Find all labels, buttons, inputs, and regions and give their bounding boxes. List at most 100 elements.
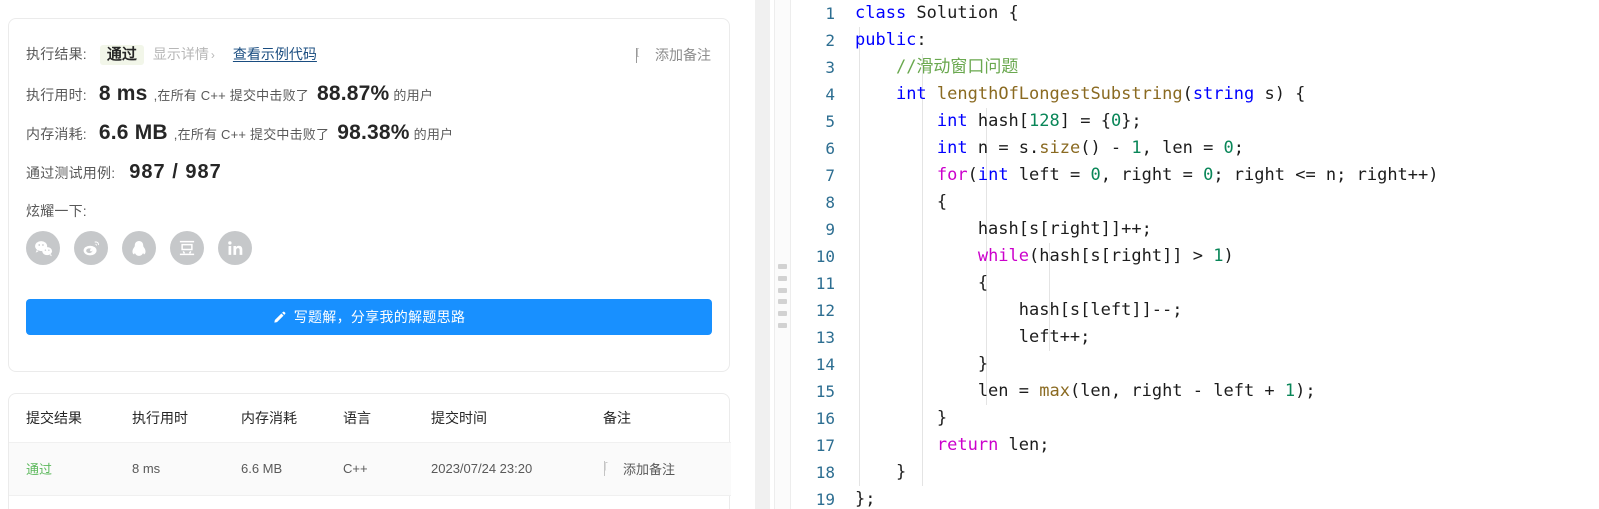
line-number: 19: [815, 490, 835, 509]
view-sample-code-link[interactable]: 查看示例代码: [233, 44, 317, 64]
linkedin-share-button[interactable]: [218, 231, 252, 265]
code-line[interactable]: for(int left = 0, right = 0; right <= n;…: [849, 162, 1599, 189]
code-line[interactable]: int hash[128] = {0};: [849, 108, 1599, 135]
submissions-table: 提交结果 执行用时 内存消耗 语言 提交时间 备注 通过 8 ms 6.6 MB…: [9, 394, 731, 496]
code-line[interactable]: class Solution {: [849, 0, 1599, 27]
runtime-row: 执行用时: 8 ms ,在所有 C++ 提交中击败了 88.87% 的用户: [26, 82, 433, 106]
code-line[interactable]: int lengthOfLongestSubstring(string s) {: [849, 81, 1599, 108]
line-number: 17: [815, 436, 835, 455]
douban-share-button[interactable]: [170, 231, 204, 265]
line-number: 2: [825, 31, 835, 50]
result-label: 执行结果:: [26, 46, 87, 62]
grip-dot: [778, 264, 787, 269]
douban-icon: [179, 240, 195, 256]
code-line[interactable]: }: [849, 351, 1599, 378]
qq-share-button[interactable]: [122, 231, 156, 265]
runtime-value: 8 ms: [98, 82, 148, 105]
code-line[interactable]: hash[s[right]]++;: [849, 216, 1599, 243]
weibo-icon: [83, 240, 99, 255]
code-line[interactable]: public:: [849, 27, 1599, 54]
col-status: 提交结果: [9, 394, 132, 443]
testcases-value: 987 / 987: [129, 161, 222, 183]
line-number: 14: [815, 355, 835, 374]
add-note-button[interactable]: 添加备注: [635, 45, 711, 65]
qq-icon: [132, 240, 146, 256]
cell-memory: 6.6 MB: [241, 442, 343, 496]
runtime-desc-prefix: ,在所有 C++ 提交中击败了: [153, 88, 309, 103]
left-panel: 执行结果: 通过 显示详情 › 查看示例代码 添加备注 执行用时: 8 ms ,在…: [0, 0, 755, 509]
submission-result-page: 执行结果: 通过 显示详情 › 查看示例代码 添加备注 执行用时: 8 ms ,在…: [0, 0, 1599, 509]
code-editor[interactable]: 1 2 3 4 5 6 7 8 9 10 11 12 13 14 15 16 17 18 19 class Solu…: [791, 0, 1599, 509]
grip-dot: [778, 311, 787, 317]
show-detail-link[interactable]: 显示详情 ›: [153, 44, 215, 64]
chevron-right-icon: ›: [210, 48, 215, 62]
write-solution-button[interactable]: 写题解，分享我的解题思路: [26, 299, 712, 335]
pencil-icon: [273, 310, 287, 324]
cell-runtime: 8 ms: [132, 442, 241, 496]
wechat-icon: [34, 240, 52, 256]
code-text[interactable]: class Solution {public: //滑动窗口问题 int len…: [849, 0, 1599, 509]
share-row: 炫耀一下:: [26, 201, 87, 221]
memory-desc-prefix: ,在所有 C++ 提交中击败了: [173, 127, 330, 142]
table-row[interactable]: 通过 8 ms 6.6 MB C++ 2023/07/24 23:20 添加备注: [9, 442, 731, 496]
line-number: 6: [825, 139, 835, 158]
weibo-share-button[interactable]: [74, 231, 108, 265]
line-number: 16: [815, 409, 835, 428]
divider-gap: [755, 0, 770, 509]
col-note: 备注: [603, 394, 731, 443]
code-line[interactable]: };: [849, 486, 1599, 509]
line-number: 11: [815, 274, 835, 293]
code-line[interactable]: {: [849, 189, 1599, 216]
col-language: 语言: [343, 394, 431, 443]
line-number: 1: [825, 4, 835, 23]
testcases-label: 通过测试用例:: [26, 165, 116, 181]
memory-value: 6.6 MB: [98, 121, 168, 144]
line-number: 10: [815, 247, 835, 266]
linkedin-icon: [227, 240, 242, 255]
cell-time: 2023/07/24 23:20: [431, 442, 603, 496]
memory-label: 内存消耗:: [26, 126, 87, 142]
divider-track: [774, 0, 791, 509]
cell-add-note[interactable]: 添加备注: [603, 442, 731, 496]
code-line[interactable]: hash[s[left]]--;: [849, 297, 1599, 324]
flag-icon: [603, 461, 616, 476]
execution-result-card: 执行结果: 通过 显示详情 › 查看示例代码 添加备注 执行用时: 8 ms ,在…: [8, 18, 730, 372]
line-number: 13: [815, 328, 835, 347]
testcases-row: 通过测试用例: 987 / 987: [26, 161, 222, 184]
grip-dot: [778, 322, 787, 328]
panel-divider[interactable]: [755, 0, 791, 509]
code-line[interactable]: }: [849, 459, 1599, 486]
line-number: 15: [815, 382, 835, 401]
grip-dot: [778, 287, 787, 293]
line-number: 8: [825, 193, 835, 212]
runtime-desc-suffix: 的用户: [393, 88, 434, 103]
code-line[interactable]: }: [849, 405, 1599, 432]
memory-desc-suffix: 的用户: [413, 127, 454, 142]
code-line[interactable]: left++;: [849, 324, 1599, 351]
line-number-gutter: 1 2 3 4 5 6 7 8 9 10 11 12 13 14 15 16 17 18 19: [791, 0, 849, 509]
flag-icon: [635, 47, 648, 63]
write-solution-label: 写题解，分享我的解题思路: [293, 309, 466, 325]
code-line[interactable]: len = max(len, right - left + 1);: [849, 378, 1599, 405]
table-header-row: 提交结果 执行用时 内存消耗 语言 提交时间 备注: [9, 394, 731, 443]
grip-dot: [778, 299, 787, 305]
divider-drag-handle[interactable]: [778, 264, 787, 328]
result-header-row: 执行结果: 通过 显示详情 › 查看示例代码: [26, 44, 317, 65]
line-number: 3: [825, 58, 835, 77]
runtime-label: 执行用时:: [26, 87, 87, 103]
code-line[interactable]: //滑动窗口问题: [849, 54, 1599, 81]
code-line[interactable]: {: [849, 270, 1599, 297]
col-memory: 内存消耗: [241, 394, 343, 443]
col-time: 提交时间: [431, 394, 603, 443]
cell-status[interactable]: 通过: [9, 442, 132, 496]
code-line[interactable]: while(hash[s[right]] > 1): [849, 243, 1599, 270]
line-number: 7: [825, 166, 835, 185]
verdict-badge: 通过: [99, 45, 144, 65]
code-line[interactable]: int n = s.size() - 1, len = 0;: [849, 135, 1599, 162]
line-number: 4: [825, 85, 835, 104]
line-number: 5: [825, 112, 835, 131]
runtime-percentile: 88.87%: [316, 82, 390, 105]
wechat-share-button[interactable]: [26, 231, 60, 265]
code-line[interactable]: return len;: [849, 432, 1599, 459]
memory-row: 内存消耗: 6.6 MB ,在所有 C++ 提交中击败了 98.38% 的用户: [26, 121, 453, 145]
